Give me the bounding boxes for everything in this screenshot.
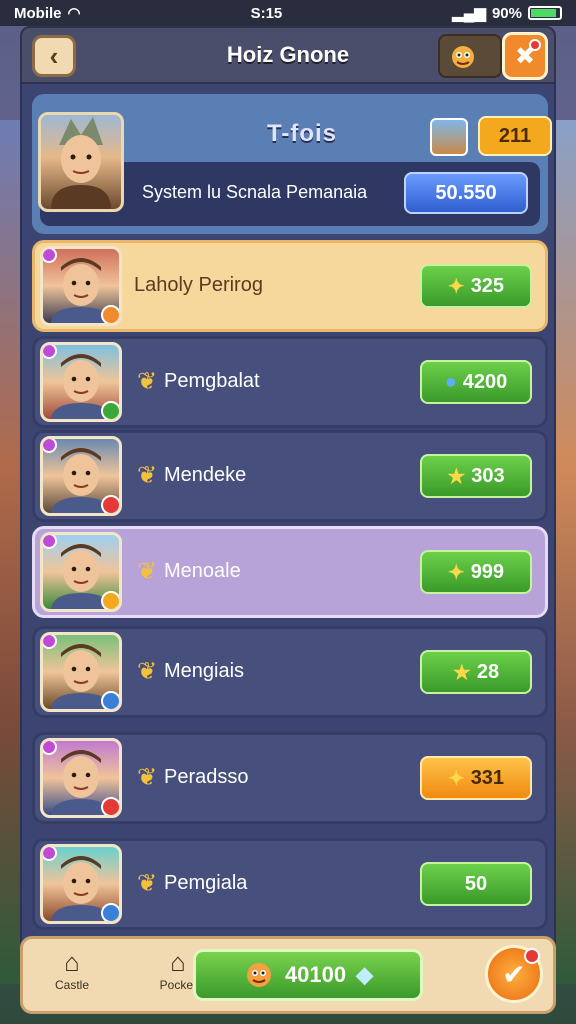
rank-corner-badge bbox=[43, 847, 57, 861]
leaderboard-row[interactable]: ❦ Peradsso ✦ 331 bbox=[22, 732, 558, 824]
status-badge bbox=[101, 903, 119, 921]
row-player-name: Pemgbalat bbox=[164, 370, 260, 392]
balance-value: 40100 bbox=[284, 962, 347, 987]
clock: S:15 bbox=[250, 4, 283, 22]
badge-icon: ❦ bbox=[136, 558, 158, 585]
rank-corner-badge bbox=[43, 345, 57, 359]
chevron-left-icon: ‹ bbox=[49, 40, 59, 71]
row-score-value: 999 bbox=[470, 560, 505, 583]
hero-portrait bbox=[51, 117, 111, 209]
row-score-button[interactable]: 50 bbox=[420, 862, 532, 906]
row-avatar[interactable] bbox=[40, 342, 122, 422]
row-avatar[interactable] bbox=[40, 246, 122, 326]
leaderboard-row[interactable]: ❦ Menoale ✦ 999 bbox=[22, 526, 558, 618]
player-name: System lu Scnala Pemanaia bbox=[142, 182, 368, 202]
status-badge bbox=[101, 305, 119, 323]
leaderboard-row[interactable]: Laholy Perirog ✦ 325 bbox=[22, 240, 558, 332]
star-icon: ★ bbox=[447, 465, 466, 488]
battery-icon bbox=[527, 6, 562, 20]
status-badge bbox=[101, 797, 119, 815]
row-player-name: Mengiais bbox=[164, 660, 245, 682]
row-score-button[interactable]: ✦ 325 bbox=[420, 264, 532, 308]
row-score-value: 4200 bbox=[462, 370, 508, 393]
header-avatar-chip[interactable] bbox=[438, 34, 502, 78]
rank-corner-badge bbox=[43, 249, 57, 263]
star-icon: ❦ bbox=[136, 462, 158, 489]
wifi-icon: ◠ bbox=[67, 5, 81, 22]
badge-icon: ❦ bbox=[136, 870, 158, 897]
row-score-value: 28 bbox=[476, 660, 500, 683]
bottom-bar: ⌂ Castle ⌂ Pocket 40100 ◆ ✔ bbox=[20, 936, 556, 1014]
badge-icon: ✦ bbox=[447, 275, 465, 298]
row-score-value: 50 bbox=[464, 872, 488, 895]
notification-dot bbox=[524, 948, 540, 964]
carrier-label: Mobile bbox=[14, 4, 62, 22]
friend-avatar[interactable] bbox=[430, 118, 468, 156]
star-icon: ❦ bbox=[136, 658, 158, 685]
row-score-value: 303 bbox=[471, 464, 505, 487]
monster-icon bbox=[246, 963, 271, 987]
rank-corner-badge bbox=[43, 439, 57, 453]
header-action-button[interactable]: ✖ bbox=[502, 32, 548, 80]
row-avatar[interactable] bbox=[40, 532, 122, 612]
player-avatar[interactable] bbox=[38, 112, 124, 212]
row-score-button[interactable]: ● 4200 bbox=[420, 360, 532, 404]
row-avatar[interactable] bbox=[40, 436, 122, 516]
top-header: ‹ Hoiz Gnone ✖ bbox=[20, 26, 556, 84]
row-player-name: Mendeke bbox=[164, 464, 247, 486]
notification-dot bbox=[529, 39, 541, 51]
row-player-name: Menoale bbox=[164, 560, 241, 582]
balance-button[interactable]: 40100 ◆ bbox=[193, 949, 423, 1001]
rank-corner-badge bbox=[43, 535, 57, 549]
badge-icon: ✦ bbox=[447, 561, 465, 584]
row-avatar[interactable] bbox=[40, 738, 122, 818]
row-avatar[interactable] bbox=[40, 844, 122, 924]
rank-label: T-fois bbox=[267, 120, 337, 147]
star-icon: ★ bbox=[452, 661, 471, 684]
house-icon: ⌂ bbox=[170, 947, 186, 977]
row-score-button[interactable]: ✦ 999 bbox=[420, 550, 532, 594]
row-score-value: 331 bbox=[470, 766, 505, 789]
rank-corner-badge bbox=[43, 741, 57, 755]
check-icon: ✔ bbox=[502, 958, 526, 990]
row-avatar[interactable] bbox=[40, 632, 122, 712]
badge-icon: ✦ bbox=[447, 767, 465, 790]
status-badge bbox=[101, 495, 119, 513]
nav-label-pocket: Pocket bbox=[159, 978, 197, 992]
status-badge bbox=[101, 401, 119, 419]
leaderboard-row[interactable]: ❦ Pemgbalat ● 4200 bbox=[22, 336, 558, 428]
battery-fill bbox=[530, 9, 557, 17]
nav-label-castle: Castle bbox=[54, 978, 89, 992]
back-button[interactable]: ‹ bbox=[32, 35, 76, 77]
monster-icon bbox=[452, 46, 474, 68]
status-badge bbox=[101, 691, 119, 709]
status-bar: Mobile ◠ S:15 ▂▄▆ 90% bbox=[0, 0, 576, 26]
row-score-value: 325 bbox=[470, 274, 505, 297]
leaderboard-row[interactable]: ❦ Pemgiala 50 bbox=[22, 838, 558, 930]
player-card: System lu Scnala Pemanaia 50.550 T-fois … bbox=[32, 94, 552, 234]
row-score-button[interactable]: ★ 303 bbox=[420, 454, 532, 498]
gem-icon: ❦ bbox=[136, 368, 158, 395]
gem-icon: ● bbox=[444, 370, 457, 393]
battery-percent: 90% bbox=[491, 4, 522, 22]
badge-icon: ❦ bbox=[136, 764, 158, 791]
row-score-button[interactable]: ★ 28 bbox=[420, 650, 532, 694]
leaderboard-panel: System lu Scnala Pemanaia 50.550 T-fois … bbox=[20, 84, 556, 946]
bottom-action-button[interactable]: ✔ bbox=[485, 945, 543, 1003]
player-score-button[interactable]: 50.550 bbox=[404, 172, 528, 214]
leaderboard-row[interactable]: ❦ Mengiais ★ 28 bbox=[22, 626, 558, 718]
rank-corner-badge bbox=[43, 635, 57, 649]
row-score-button[interactable]: ✦ 331 bbox=[420, 756, 532, 800]
status-badge bbox=[101, 591, 119, 609]
page-title: Hoiz Gnone bbox=[226, 42, 350, 67]
points-chip[interactable]: 211 bbox=[478, 116, 552, 156]
nav-item-castle[interactable]: ⌂ Castle bbox=[37, 947, 107, 1007]
row-player-name: Laholy Perirog bbox=[134, 274, 263, 296]
house-icon: ⌂ bbox=[64, 947, 80, 977]
row-player-name: Pemgiala bbox=[164, 872, 248, 894]
gem-icon: ◆ bbox=[356, 962, 374, 987]
row-player-name: Peradsso bbox=[164, 766, 249, 788]
leaderboard-row[interactable]: ❦ Mendeke ★ 303 bbox=[22, 430, 558, 522]
signal-icon: ▂▄▆ bbox=[452, 5, 486, 22]
